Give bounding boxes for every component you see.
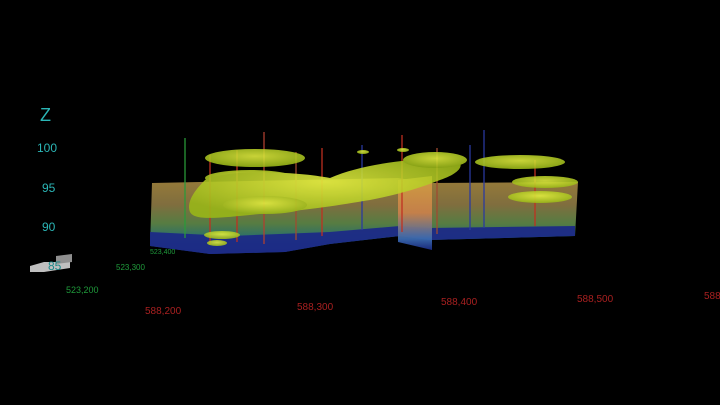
- z-tick-label: 90: [42, 220, 56, 234]
- iso-surface: [475, 155, 565, 169]
- z-tick-label: 100: [37, 141, 58, 155]
- iso-surface: [205, 149, 305, 167]
- iso-surface: [508, 191, 572, 203]
- x-tick-label: 588,300: [297, 302, 334, 313]
- iso-surface: [512, 176, 578, 188]
- iso-surface: [207, 240, 227, 246]
- y-tick-label: 523,200: [66, 285, 99, 295]
- x-tick-label: 588,500: [577, 294, 614, 305]
- y-tick-label: 523,400: [150, 249, 176, 256]
- z-tick-label: 95: [42, 181, 56, 195]
- x-tick-label: 588,600: [704, 292, 720, 302]
- iso-surface: [223, 196, 307, 214]
- z-tick-label: 85: [48, 259, 62, 273]
- iso-surface: [204, 231, 240, 239]
- iso-surface: [357, 150, 369, 154]
- x-tick-label: 588,400: [441, 297, 478, 308]
- 3d-viewport[interactable]: Z 100 95 90 85 523,200 523,300 523,400 5…: [0, 0, 720, 405]
- geo-model-scene[interactable]: [0, 0, 720, 405]
- y-tick-label: 523,300: [116, 263, 145, 272]
- iso-surface: [397, 148, 409, 152]
- iso-surface: [403, 152, 467, 168]
- x-tick-label: 588,200: [145, 306, 182, 317]
- z-axis-title: Z: [40, 105, 51, 125]
